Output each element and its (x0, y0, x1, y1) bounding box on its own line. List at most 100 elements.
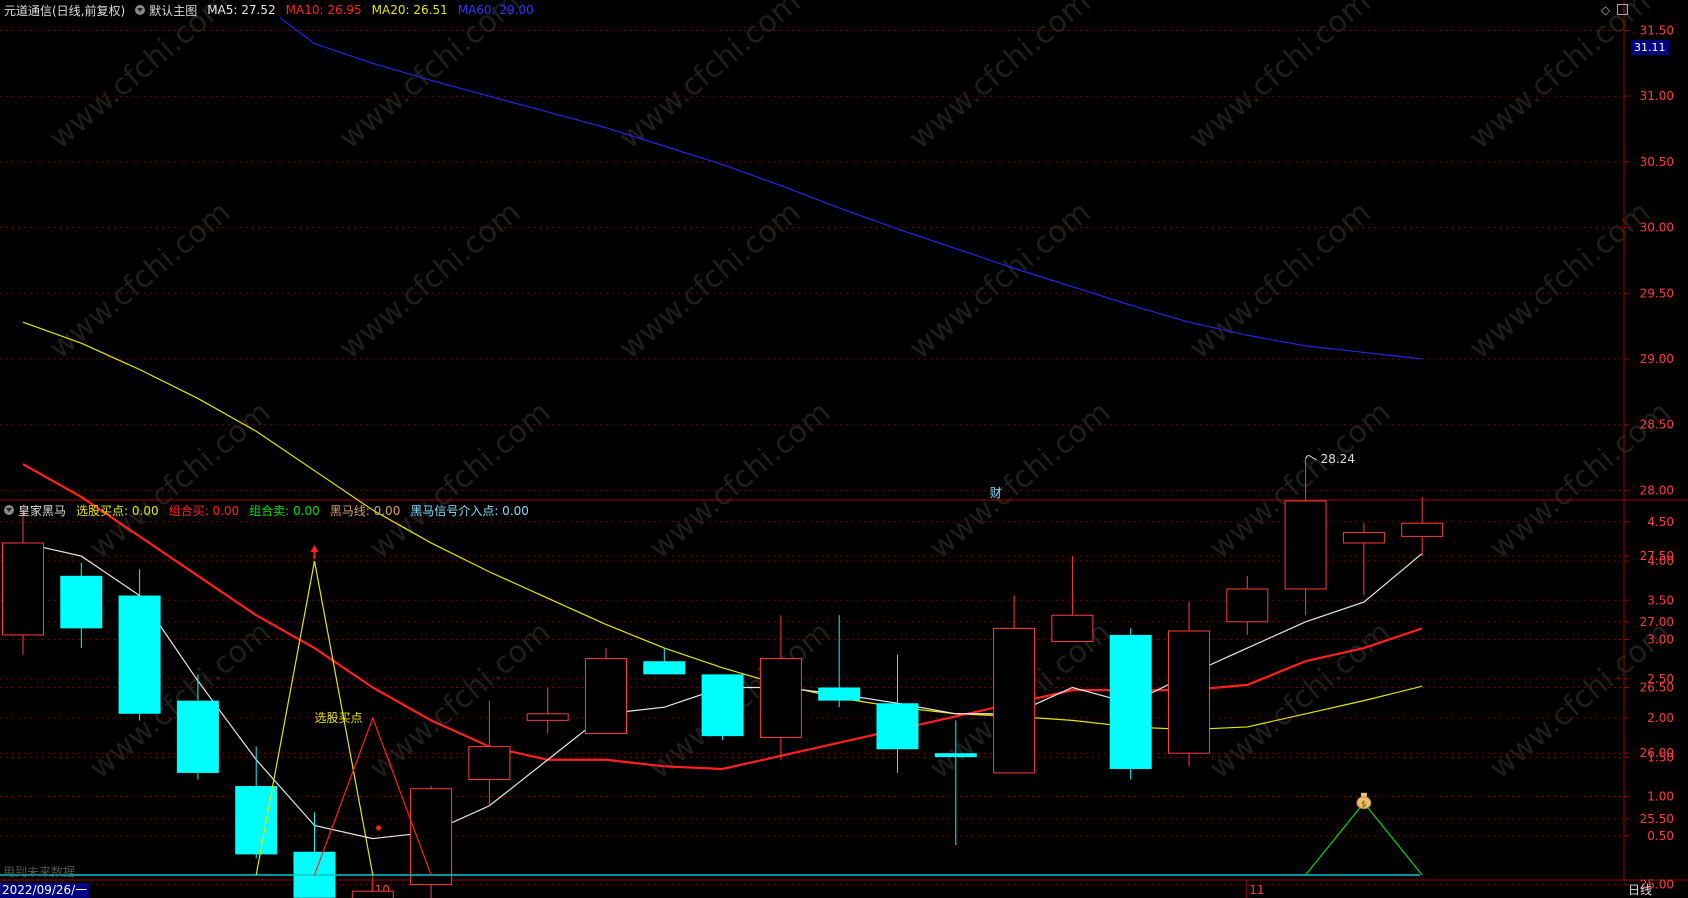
candle-up (468, 700, 511, 806)
combo-sell-value: 组合卖: 0.00 (249, 503, 320, 518)
candle-body (701, 674, 744, 737)
candle-body (585, 658, 627, 734)
y-tick-label: 27.00 (1640, 615, 1674, 629)
main-header: 元道通信(日线,前复权) 默认主图 MA5: 27.52 MA10: 26.95… (4, 0, 534, 20)
candle-body (876, 703, 919, 750)
candle-up (1168, 602, 1210, 767)
month-nov-label: 11 (1249, 883, 1264, 897)
diamond-icon[interactable]: ◇ (1601, 3, 1610, 17)
y-tick-label: 1.00 (1647, 790, 1674, 804)
combo-buy-value: 组合买: 0.00 (168, 503, 240, 518)
candle-down (876, 654, 919, 773)
candle-body (759, 658, 802, 738)
candle-body (1401, 522, 1444, 537)
candle-body (1226, 588, 1269, 623)
y-tick-label: 25.50 (1640, 812, 1674, 826)
candle-down (643, 648, 686, 675)
cursor-date: 2022/09/26/一 (0, 883, 90, 898)
watermark-text: www.cfchi.com (613, 0, 808, 156)
y-tick-label: 4.00 (1647, 554, 1674, 568)
candle-body (468, 746, 511, 780)
y-tick-label: 3.00 (1647, 633, 1674, 647)
watermark-text: www.cfchi.com (43, 0, 238, 156)
candle-body (2, 542, 44, 636)
last-price-tag: 31.11 (1631, 40, 1669, 55)
dark-horse-line (1305, 801, 1423, 876)
candle-down (60, 562, 103, 649)
watermark-text: www.cfchi.com (923, 395, 1118, 566)
indicator-name[interactable]: 皇家黑马 (18, 502, 66, 519)
watermark-text: www.cfchi.com (903, 0, 1098, 156)
kline-chart: www.cfchi.com www.cfchi.com www.cfchi.com w… (0, 0, 1688, 898)
candle-up (1401, 496, 1444, 557)
finance-event-label: 财 (990, 486, 1002, 500)
candle-body (934, 753, 977, 758)
period-label[interactable]: 日线 (1628, 883, 1652, 898)
candle-body (176, 700, 219, 773)
indicator-dropdown-icon[interactable] (4, 505, 14, 515)
template-name[interactable]: 默认主图 (149, 2, 197, 19)
watermark-text: www.cfchi.com (1203, 615, 1398, 786)
candle-up (1226, 575, 1269, 635)
watermark-text: www.cfchi.com (333, 195, 528, 366)
candle-body (118, 595, 161, 714)
candle-up (993, 595, 1036, 774)
candle-up (1051, 556, 1094, 643)
signal-dot (376, 825, 382, 831)
y-tick-label: 1.50 (1647, 750, 1674, 764)
watermark-text: www.cfchi.com (643, 395, 838, 566)
y-tick-label: 4.50 (1647, 515, 1674, 529)
ma60-label: MA60: 29.00 (457, 3, 534, 17)
candle-up (1342, 523, 1385, 596)
candle-body (1168, 630, 1210, 754)
candle-body (1109, 634, 1152, 769)
y-tick-label: 3.50 (1647, 593, 1674, 607)
watermark-text: www.cfchi.com (1463, 195, 1658, 366)
candle-body (351, 890, 394, 898)
watermark-text: www.cfchi.com (83, 395, 278, 566)
candle-down (1109, 628, 1152, 780)
candle-up (2, 510, 44, 655)
y-tick-label: 0.50 (1647, 829, 1674, 843)
template-dropdown-icon[interactable] (135, 5, 146, 15)
candle-down (235, 746, 278, 859)
candle-body (993, 627, 1036, 774)
watermark-text: www.cfchi.com (1463, 0, 1658, 156)
watermark-text: www.cfchi.com (333, 0, 528, 156)
y-tick-label: 2.50 (1647, 672, 1674, 686)
chart-stage: www.cfchi.com www.cfchi.com www.cfchi.com w… (0, 0, 1688, 898)
y-tick-label: 2.00 (1647, 711, 1674, 725)
maximize-icon[interactable] (1617, 4, 1628, 15)
future-data-note: 用到未来数据 (3, 864, 75, 879)
candle-up (410, 786, 453, 898)
candle-up (585, 648, 627, 734)
candle-body (1342, 531, 1385, 544)
stock-title: 元道通信(日线,前复权) (4, 3, 126, 18)
ma10-label: MA10: 26.95 (285, 3, 362, 17)
money-bag-tie (1360, 792, 1367, 797)
buy-arrow-icon (310, 545, 319, 552)
candle-body (60, 575, 103, 629)
y-tick-label: 29.50 (1640, 286, 1674, 300)
watermark-text: www.cfchi.com (363, 395, 558, 566)
y-tick-label: 31.00 (1640, 89, 1674, 103)
candle-down (118, 569, 161, 721)
high-price-label: 28.24 (1321, 452, 1355, 466)
y-tick-label: 28.50 (1640, 418, 1674, 432)
watermark-text: www.cfchi.com (363, 615, 558, 786)
pick-buy-value: 选股买点: 0.00 (76, 503, 159, 518)
signal-entry-value: 黑马信号介入点: 0.00 (410, 503, 529, 518)
ma5-label: MA5: 27.52 (207, 3, 276, 17)
watermark-text: www.cfchi.com (613, 195, 808, 366)
y-tick-label: 29.00 (1640, 352, 1674, 366)
watermark-text: www.cfchi.com (1183, 0, 1378, 156)
pick-buy-text: 选股买点 (315, 711, 363, 725)
candle-body (818, 687, 861, 701)
money-bag-symbol: $ (1361, 800, 1367, 810)
candle-down (293, 812, 336, 898)
candle-down (701, 674, 744, 741)
y-tick-label: 30.50 (1640, 155, 1674, 169)
ma20-label: MA20: 26.51 (371, 3, 448, 17)
sub-header: 皇家黑马 选股买点: 0.00 组合买: 0.00 组合卖: 0.00 黑马线:… (4, 500, 529, 520)
y-tick-label: 30.00 (1640, 221, 1674, 235)
